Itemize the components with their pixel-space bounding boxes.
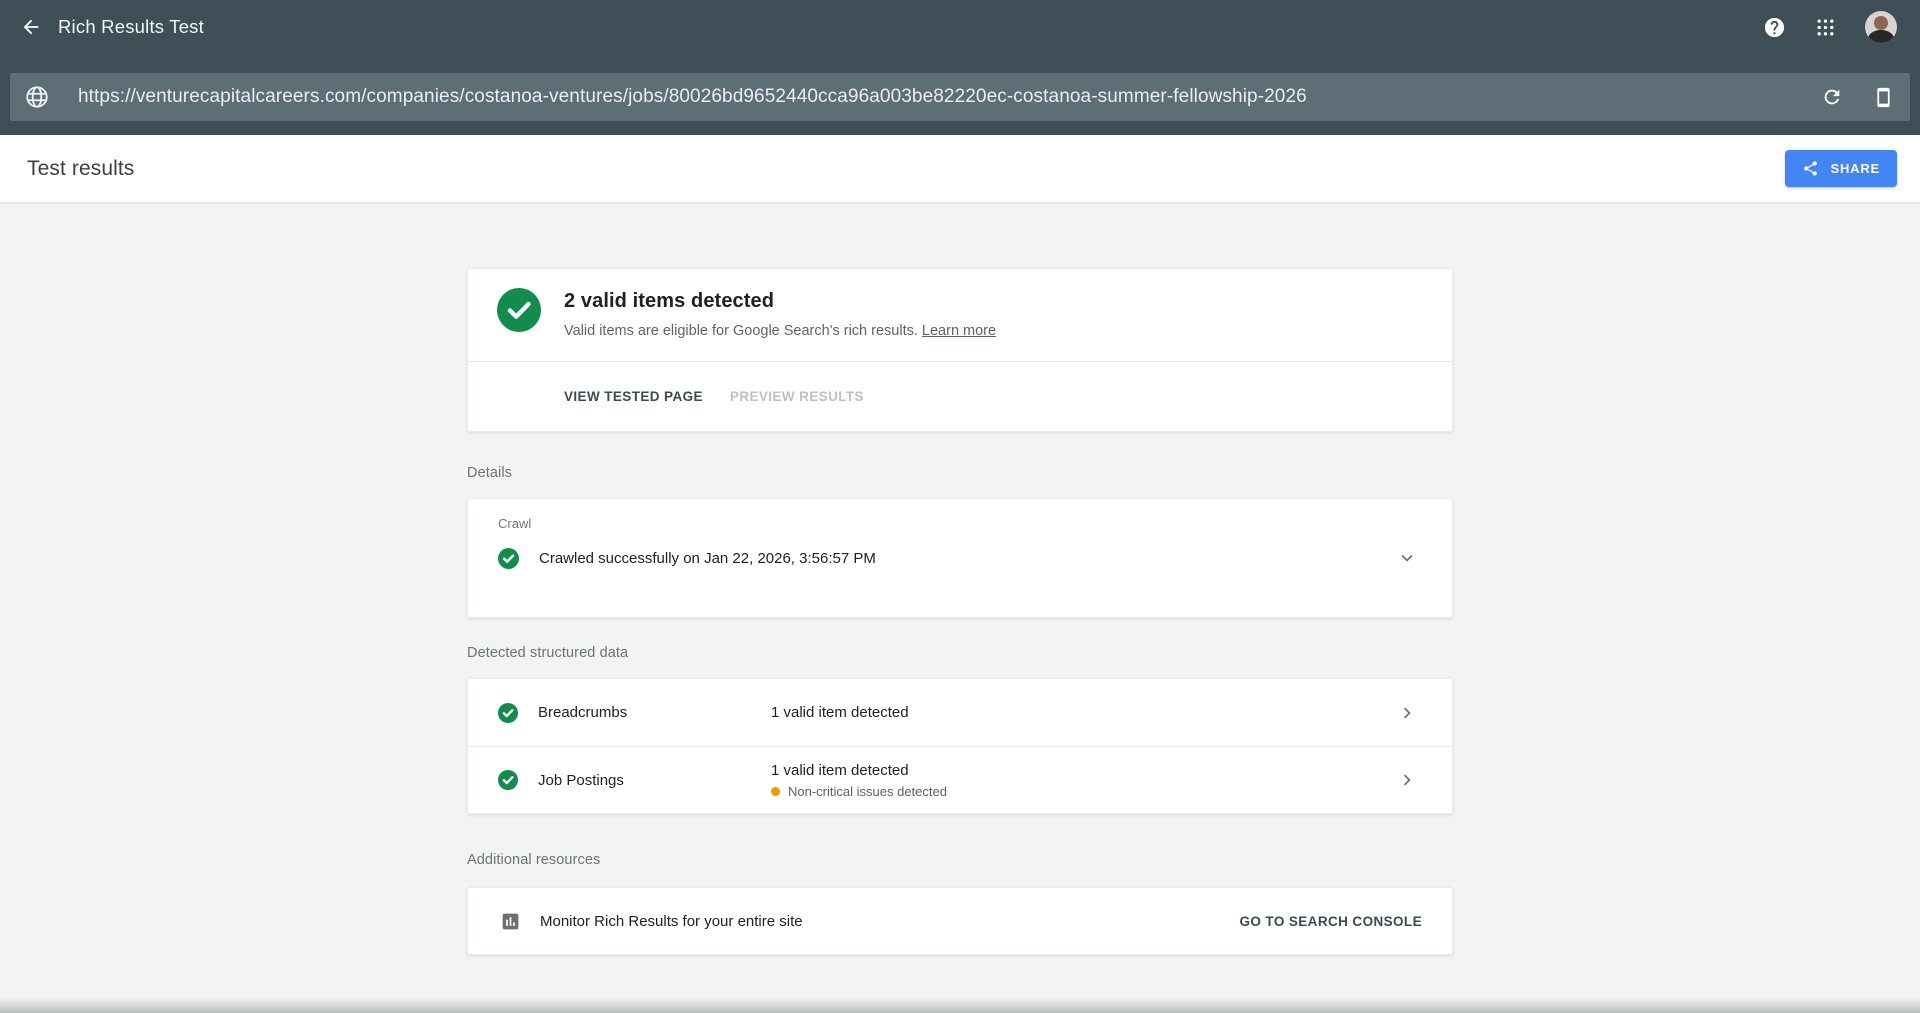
page-title: Test results [27,157,134,181]
resources-card: Monitor Rich Results for your entire sit… [467,887,1453,955]
back-arrow-icon [20,16,42,38]
share-button-label: SHARE [1830,161,1880,176]
share-icon [1802,160,1819,177]
url-strip: https://venturecapitalcareers.com/compan… [0,54,1920,135]
go-to-search-console-button[interactable]: GO TO SEARCH CONSOLE [1239,914,1422,929]
summary-actions: VIEW TESTED PAGE PREVIEW RESULTS [468,361,1452,431]
app-title: Rich Results Test [58,16,204,38]
results-toolbar: Test results SHARE [0,135,1920,203]
mobile-view-button[interactable] [1873,87,1894,108]
success-check-icon [497,288,541,339]
share-button[interactable]: SHARE [1785,150,1897,187]
structured-data-section-label: Detected structured data [467,645,1453,661]
crawl-status-row[interactable]: Crawled successfully on Jan 22, 2026, 3:… [498,547,1418,569]
structured-row-breadcrumbs[interactable]: Breadcrumbs 1 valid item detected [468,679,1452,746]
apps-grid-icon [1816,18,1835,37]
structured-data-card: Breadcrumbs 1 valid item detected Job Po… [467,678,1453,814]
crawl-card: Crawl Crawled successfully on Jan 22, 20… [467,498,1453,618]
crawl-check-icon [498,548,519,569]
avatar-torso [1868,30,1894,43]
structured-row-name: Job Postings [538,772,771,789]
chevron-right-icon[interactable] [1396,702,1418,724]
apps-grid-button[interactable] [1816,18,1835,37]
structured-row-name: Breadcrumbs [538,704,771,721]
summary-card: 2 valid items detected Valid items are e… [467,268,1453,432]
help-icon [1763,16,1786,39]
rich-results-test-page: Rich Results Test [0,0,1920,955]
avatar-head [1874,16,1888,30]
structured-row-status: 1 valid item detected Non-critical issue… [771,762,1396,799]
warning-dot-icon [771,787,780,796]
chevron-down-icon[interactable] [1396,547,1418,569]
crawl-label: Crawl [498,516,1418,531]
back-button[interactable] [20,16,42,38]
globe-icon [24,84,50,110]
chevron-right-icon[interactable] [1396,769,1418,791]
view-tested-page-button[interactable]: VIEW TESTED PAGE [564,389,703,404]
url-bar[interactable]: https://venturecapitalcareers.com/compan… [10,73,1910,121]
app-header: Rich Results Test [0,0,1920,54]
preview-results-button[interactable]: PREVIEW RESULTS [730,389,864,404]
learn-more-link[interactable]: Learn more [922,323,996,339]
bar-chart-icon [500,911,521,932]
crawl-status-text: Crawled successfully on Jan 22, 2026, 3:… [539,550,1396,567]
results-content: 2 valid items detected Valid items are e… [0,203,1920,955]
user-avatar[interactable] [1865,11,1897,43]
structured-row-job-postings[interactable]: Job Postings 1 valid item detected Non-c… [468,746,1452,813]
summary-title: 2 valid items detected [564,290,996,313]
resources-section-label: Additional resources [467,852,1453,868]
help-button[interactable] [1763,16,1786,39]
tested-url[interactable]: https://venturecapitalcareers.com/compan… [78,86,1801,108]
refresh-icon [1821,86,1843,108]
structured-row-status: 1 valid item detected [771,704,1396,721]
job-postings-check-icon [498,770,518,790]
non-critical-warning: Non-critical issues detected [771,784,1396,799]
refresh-button[interactable] [1821,86,1843,108]
summary-subtitle: Valid items are eligible for Google Sear… [564,323,996,339]
resources-item-label: Monitor Rich Results for your entire sit… [540,913,1239,930]
smartphone-icon [1873,87,1894,108]
details-section-label: Details [467,465,1453,481]
bottom-scroll-shadow [0,997,1920,1013]
breadcrumbs-check-icon [498,703,518,723]
